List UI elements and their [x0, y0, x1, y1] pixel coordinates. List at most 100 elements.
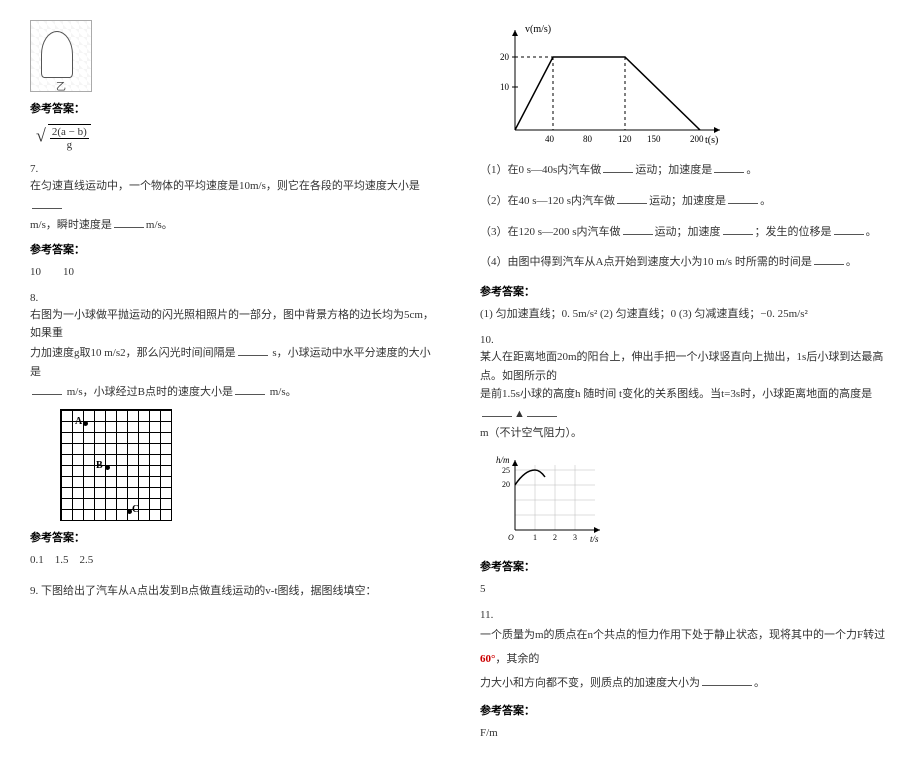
svg-text:40: 40	[545, 134, 555, 144]
answer-label-6: 参考答案：	[30, 100, 440, 116]
svg-text:O: O	[508, 533, 514, 542]
point-c-label: C	[132, 504, 139, 515]
q11-text-b: ，其余的	[495, 653, 539, 665]
blank[interactable]	[235, 382, 265, 395]
q8-line3a: m/s，小球经过B点时的速度大小是	[64, 386, 233, 398]
answer-label-10: 参考答案：	[480, 558, 890, 574]
blank[interactable]	[32, 382, 62, 395]
svg-text:150: 150	[647, 134, 661, 144]
point-a-label: A	[75, 416, 82, 427]
q9-sub4-b: 。	[846, 256, 857, 268]
svg-text:20: 20	[502, 480, 510, 489]
q7-text-a: 在匀速直线运动中，一个物体的平均速度是10m/s，则它在各段的平均速度大小是	[30, 180, 420, 192]
q9-sub1-a: （1）在0 s—40s内汽车做	[480, 164, 601, 176]
svg-text:1: 1	[533, 533, 537, 542]
svg-text:t/s: t/s	[590, 534, 599, 544]
q9-sub2-c: 。	[760, 195, 771, 207]
q10-line1: 某人在距离地面20m的阳台上，伸出手把一个小球竖直向上抛出，1s后小球到达最高点…	[480, 351, 883, 382]
right-column: v(m/s) t(s) 10 20 40 80 120 150 200 （1）在…	[480, 20, 890, 744]
q8-grid-figure: A B C	[60, 409, 172, 521]
blank[interactable]	[714, 160, 744, 173]
q11-answer: F/m	[480, 724, 890, 743]
blank[interactable]	[32, 196, 62, 209]
point-b-label: B	[96, 460, 103, 471]
blank[interactable]	[834, 222, 864, 235]
triangle-marker: ▲	[514, 405, 525, 424]
left-column: 乙 参考答案： √ 2(a − b) g 7. 在匀速直线运动中，一个物体的平均…	[30, 20, 440, 744]
svg-text:10: 10	[500, 82, 510, 92]
q8-line2a: 力加速度g取10 m/s2，那么闪光时间间隔是	[30, 347, 236, 359]
q11-angle: 60°	[480, 653, 495, 665]
svg-text:80: 80	[583, 134, 593, 144]
blank[interactable]	[623, 222, 653, 235]
point-a	[83, 421, 88, 426]
q9-answer: (1) 匀加速直线；0. 5m/s² (2) 匀速直线；0 (3) 匀减速直线；…	[480, 305, 890, 324]
q8-line1: 右图为一小球做平抛运动的闪光照相照片的一部分，图中背景方格的边长均为5cm，如果…	[30, 309, 434, 340]
q10-text: 某人在距离地面20m的阳台上，伸出手把一个小球竖直向上抛出，1s后小球到达最高点…	[480, 348, 890, 442]
answer-label-11: 参考答案：	[480, 702, 890, 718]
formula-num: 2(a − b)	[50, 126, 89, 139]
blank[interactable]	[527, 404, 557, 417]
answer-label-8: 参考答案：	[30, 529, 440, 545]
q9-sub1: （1）在0 s—40s内汽车做 运动；加速度是 。	[480, 160, 890, 181]
svg-text:3: 3	[573, 533, 577, 542]
point-b	[105, 465, 110, 470]
figure-label: 乙	[56, 78, 66, 93]
blank[interactable]	[702, 673, 752, 686]
q7-text-c: m/s。	[146, 219, 173, 231]
blank[interactable]	[617, 191, 647, 204]
answer-label-7: 参考答案：	[30, 241, 440, 257]
q7-text: 在匀速直线运动中，一个物体的平均速度是10m/s，则它在各段的平均速度大小是 m…	[30, 177, 440, 235]
svg-text:200: 200	[690, 134, 704, 144]
q9-number: 9.	[30, 585, 38, 597]
q9-sub1-c: 。	[746, 164, 757, 176]
q7-text-b: m/s，瞬时速度是	[30, 219, 112, 231]
blank[interactable]	[482, 404, 512, 417]
svg-text:2: 2	[553, 533, 557, 542]
blank[interactable]	[728, 191, 758, 204]
q10-line3: m（不计空气阻力）。	[480, 427, 582, 439]
q9-sub3-d: 。	[866, 226, 877, 238]
q11-text-c: 力大小和方向都不变，则质点的加速度大小为	[480, 677, 700, 689]
q9-sub3-b: 运动；加速度	[655, 226, 721, 238]
blank[interactable]	[114, 215, 144, 228]
q9-sub3: （3）在120 s—200 s内汽车做运动；加速度；发生的位移是。	[480, 222, 890, 243]
q10-ht-chart: h/m t/s 20 25 O 1 2 3	[490, 450, 610, 550]
q11-text-d: 。	[754, 677, 765, 689]
q9-sub2-b: 运动；加速度是	[649, 195, 726, 207]
q9-text: 下图给出了汽车从A点出发到B点做直线运动的v-t图线，据图线填空：	[41, 585, 377, 597]
q9-sub3-c: ；发生的位移是	[755, 226, 832, 238]
q9-sub1-b: 运动；加速度是	[635, 164, 712, 176]
blank[interactable]	[603, 160, 633, 173]
blank[interactable]	[814, 252, 844, 265]
q11-number: 11.	[480, 609, 890, 621]
y-axis-label: v(m/s)	[525, 24, 551, 35]
q8-text: 右图为一小球做平抛运动的闪光照相照片的一部分，图中背景方格的边长均为5cm，如果…	[30, 306, 440, 401]
blank[interactable]	[238, 343, 268, 356]
q10-answer: 5	[480, 580, 890, 599]
q7-answer: 10 10	[30, 263, 440, 282]
q11-text-a: 一个质量为m的质点在n个共点的恒力作用下处于静止状态，现将其中的一个力F转过	[480, 629, 885, 641]
q9-intro: 9. 下图给出了汽车从A点出发到B点做直线运动的v-t图线，据图线填空：	[30, 582, 440, 601]
svg-text:120: 120	[618, 134, 632, 144]
svg-text:25: 25	[502, 466, 510, 475]
formula-den: g	[50, 139, 89, 151]
formula-q6: √ 2(a − b) g	[30, 124, 440, 151]
q7-number: 7.	[30, 163, 440, 175]
q8-line3b: m/s。	[267, 386, 297, 398]
q9-vt-chart: v(m/s) t(s) 10 20 40 80 120 150 200	[490, 20, 730, 150]
q9-sub2-a: （2）在40 s—120 s内汽车做	[480, 195, 615, 207]
q9-sub2: （2）在40 s—120 s内汽车做 运动；加速度是 。	[480, 191, 890, 212]
q10-number: 10.	[480, 334, 890, 346]
svg-text:20: 20	[500, 52, 510, 62]
q11-text: 一个质量为m的质点在n个共点的恒力作用下处于静止状态，现将其中的一个力F转过 60…	[480, 623, 890, 696]
x-axis-label: t(s)	[705, 135, 718, 146]
q8-answer: 0.1 1.5 2.5	[30, 551, 440, 570]
q9-sub4-a: （4）由图中得到汽车从A点开始到速度大小为10 m/s 时所需的时间是	[480, 256, 812, 268]
blank[interactable]	[723, 222, 753, 235]
q10-line2a: 是前1.5s小球的高度h 随时间 t变化的关系图线。当t=3s时，小球距离地面的…	[480, 388, 872, 400]
answer-label-9: 参考答案：	[480, 283, 890, 299]
q9-sub4: （4）由图中得到汽车从A点开始到速度大小为10 m/s 时所需的时间是 。	[480, 252, 890, 273]
figure-person: 乙	[30, 20, 92, 92]
svg-text:h/m: h/m	[496, 455, 510, 465]
